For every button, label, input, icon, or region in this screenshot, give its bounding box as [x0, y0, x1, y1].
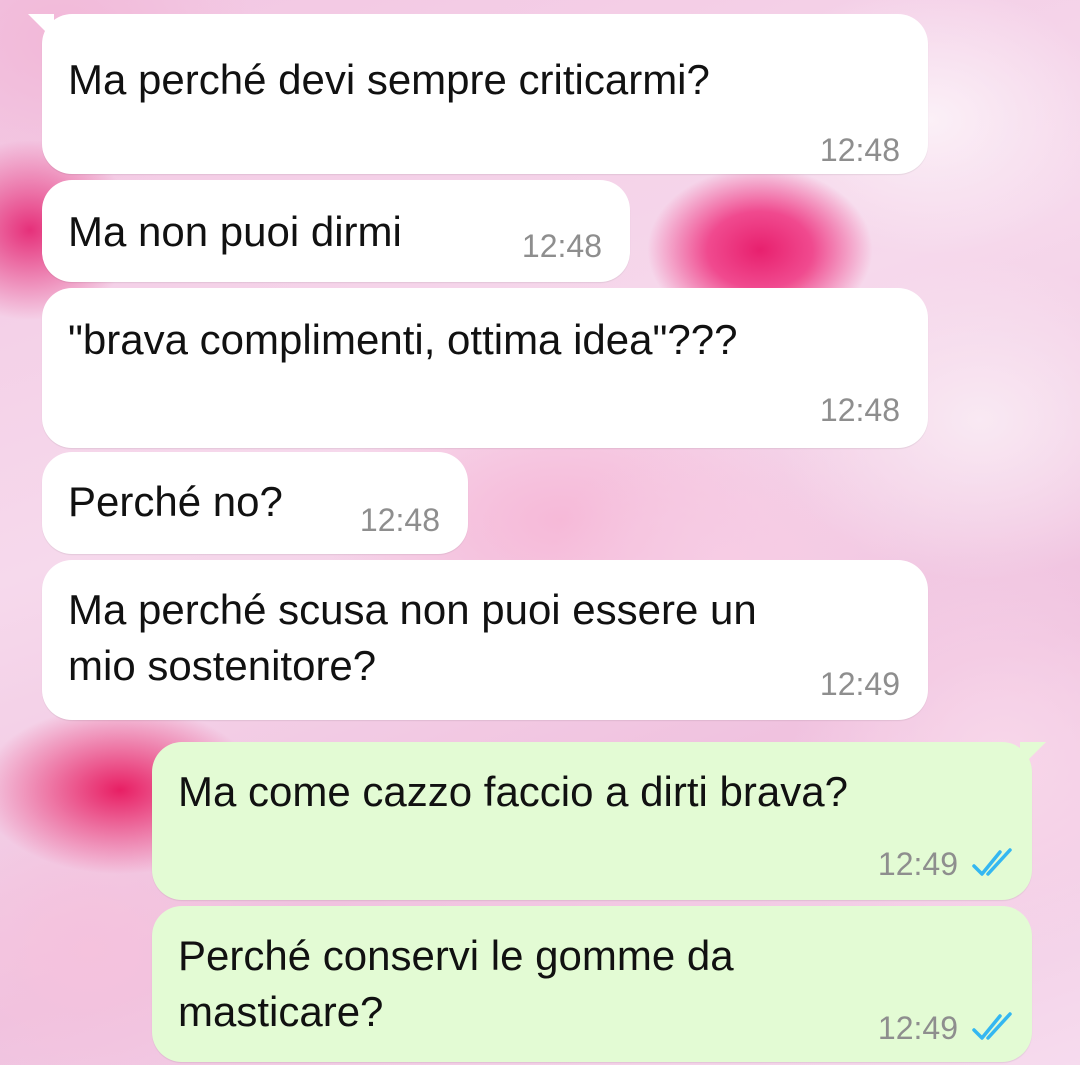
message-bubble-outgoing[interactable]: Perché conservi le gomme da masticare? 1… — [152, 906, 1032, 1062]
message-bubble-incoming[interactable]: Ma perché scusa non puoi essere un mio s… — [42, 560, 928, 720]
message-bubble-incoming[interactable]: "brava complimenti, ottima idea"??? 12:4… — [42, 288, 928, 448]
message-timestamp: 12:49 — [877, 1010, 958, 1046]
message-bubble-incoming[interactable]: Ma perché devi sempre criticarmi? 12:48 — [28, 14, 928, 174]
message-text: Perché conservi le gomme da masticare? — [178, 932, 734, 1035]
message-text: Ma perché devi sempre criticarmi? — [68, 56, 710, 103]
message-timestamp: 12:49 — [877, 846, 958, 882]
message-timestamp: 12:48 — [521, 228, 602, 264]
message-timestamp: 12:48 — [359, 502, 440, 538]
message-text: Ma non puoi dirmi — [68, 208, 402, 255]
message-text: Perché no? — [68, 478, 283, 525]
message-text: "brava complimenti, ottima idea"??? — [68, 316, 738, 363]
message-bubble-outgoing[interactable]: Ma come cazzo faccio a dirti brava? 12:4… — [152, 742, 1046, 900]
message-timestamp: 12:48 — [819, 392, 900, 428]
message-timestamp: 12:49 — [819, 666, 900, 702]
message-text: Ma come cazzo faccio a dirti brava? — [178, 768, 848, 815]
message-bubble-incoming[interactable]: Perché no? 12:48 — [42, 452, 468, 554]
bubble-tail — [1020, 742, 1046, 768]
message-bubble-incoming[interactable]: Ma non puoi dirmi 12:48 — [42, 180, 630, 282]
double-check-icon — [972, 848, 1012, 876]
bubble-tail — [28, 14, 54, 40]
message-timestamp: 12:48 — [819, 132, 900, 168]
double-check-icon — [972, 1012, 1012, 1040]
message-text: Ma perché scusa non puoi essere un mio s… — [68, 586, 757, 689]
